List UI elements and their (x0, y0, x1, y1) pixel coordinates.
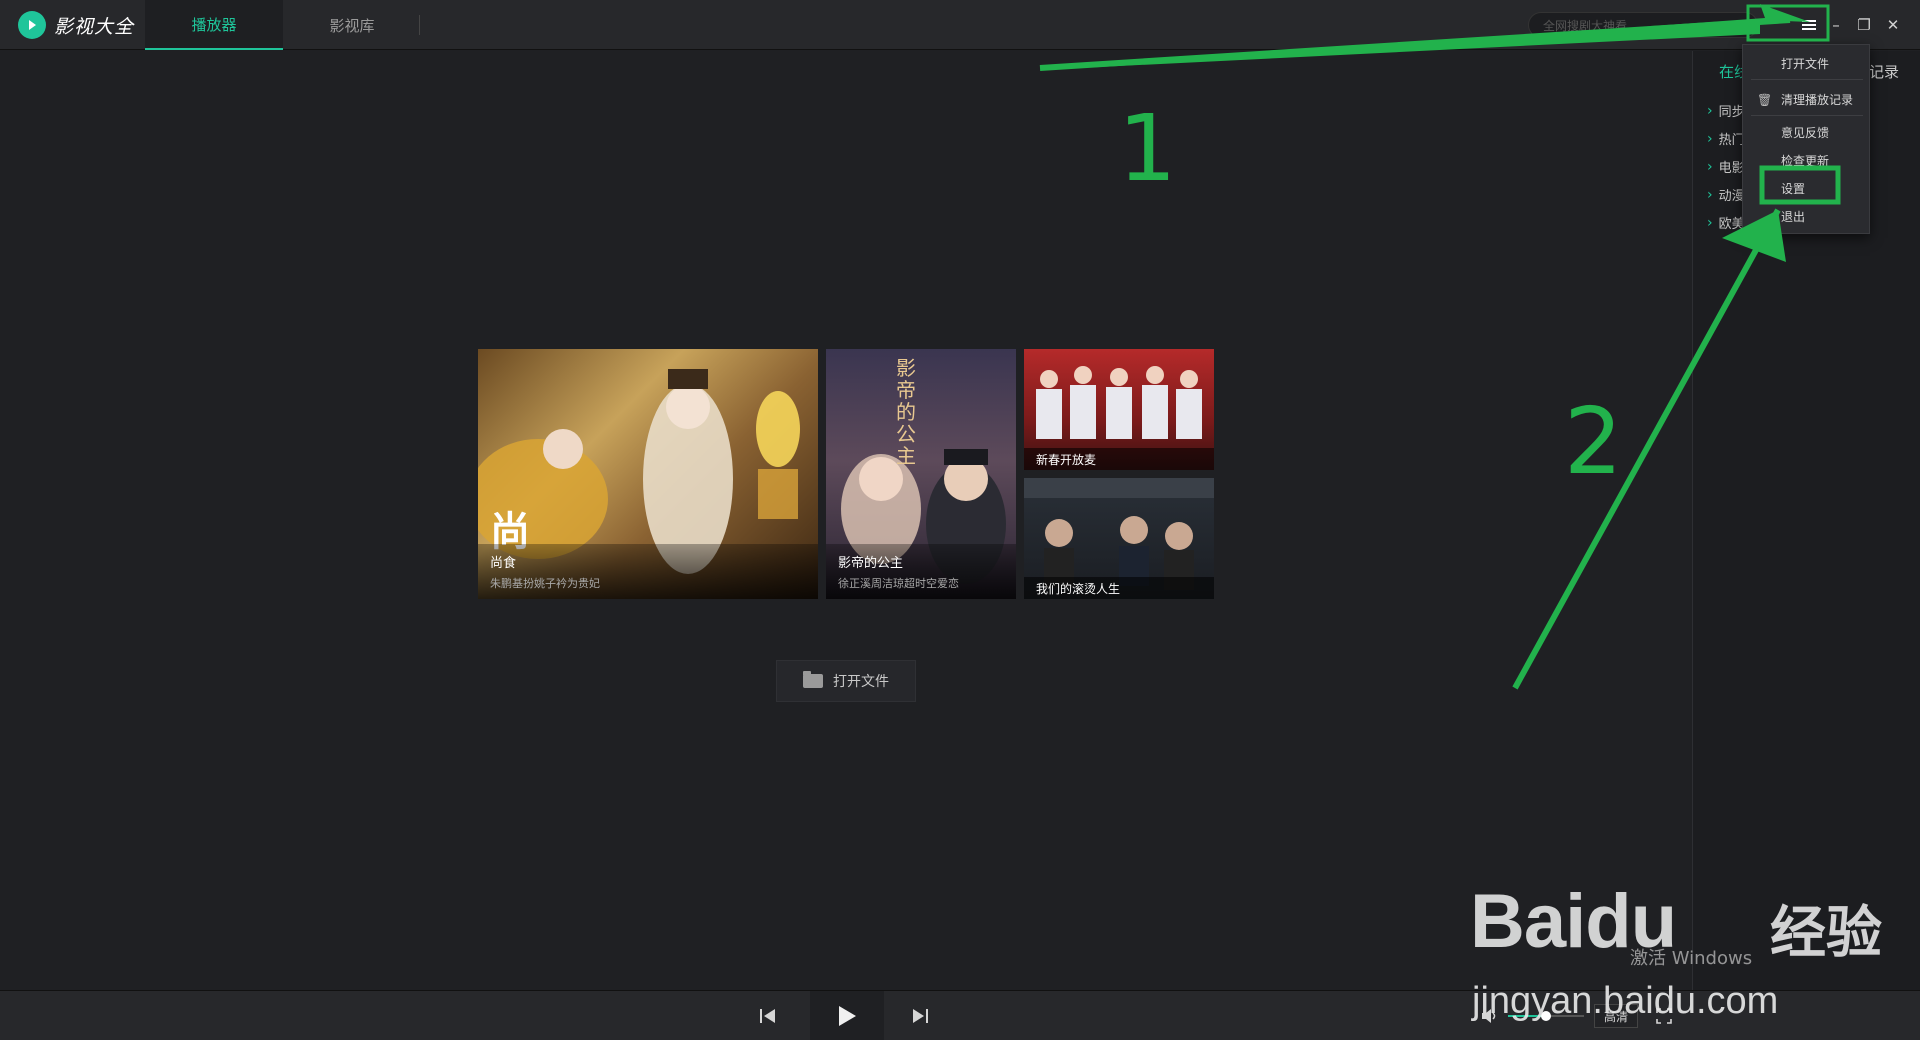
chevron-right-icon: › (1707, 130, 1713, 147)
app-title: 影视大全 (54, 15, 135, 38)
tab-library[interactable]: 影视库 (283, 0, 421, 50)
watermark-brand-cn: 经验 (1770, 901, 1882, 966)
menu-divider (1751, 115, 1863, 116)
category-item[interactable]: › 动漫 (1707, 185, 1745, 205)
main-menu-dropdown: 打开文件 🗑 清理播放记录 意见反馈 检查更新 设置 退出 (1742, 44, 1870, 234)
windows-activation-notice: 激活 Windows (1630, 948, 1753, 969)
poster-guntang[interactable]: 我们的滚烫人生 (1024, 478, 1214, 599)
open-file-button[interactable]: 打开文件 (776, 660, 916, 702)
previous-icon (760, 1009, 775, 1023)
poster-caption: 新春开放麦 (1024, 448, 1214, 470)
menu-icon (1802, 20, 1816, 30)
poster-xinchun[interactable]: 新春开放麦 (1024, 349, 1214, 470)
category-item[interactable]: › 同步 (1707, 101, 1745, 121)
chevron-right-icon: › (1707, 102, 1713, 119)
category-item[interactable]: › 热门 (1707, 129, 1745, 149)
play-button[interactable] (832, 1001, 862, 1031)
chevron-right-icon: › (1707, 186, 1713, 203)
title-bar: 影视大全 播放器 影视库 全网搜剧大神看 – ❐ ✕ (0, 0, 1920, 50)
trash-icon: 🗑 (1757, 93, 1773, 107)
annotation-step-1: 1 (1118, 95, 1177, 202)
search-input[interactable]: 全网搜剧大神看 (1528, 12, 1758, 38)
next-button[interactable] (908, 1004, 932, 1028)
logo-play-icon (18, 11, 46, 39)
menu-item-open-file[interactable]: 打开文件 (1743, 51, 1871, 75)
menu-item-feedback[interactable]: 意见反馈 (1743, 120, 1871, 144)
menu-item-clear-history[interactable]: 🗑 清理播放记录 (1743, 87, 1871, 111)
chevron-right-icon: › (1707, 214, 1713, 231)
menu-item-settings[interactable]: 设置 (1743, 176, 1871, 200)
annotation-step-2: 2 (1564, 388, 1623, 495)
baidu-jingyan-watermark: Baidu 经验 激活 Windows jingyan.baidu.com (1470, 830, 1920, 1040)
chevron-right-icon: › (1707, 158, 1713, 175)
poster-yingdi[interactable]: 影帝的公主 影帝的公主 徐正溪周洁琼超时空爱恋 (826, 349, 1016, 599)
category-item[interactable]: › 电影 (1707, 157, 1745, 177)
folder-icon (803, 671, 823, 688)
tab-history[interactable]: 记录 (1869, 61, 1899, 82)
poster-caption: 影帝的公主 徐正溪周洁琼超时空爱恋 (826, 544, 1016, 599)
watermark-url: jingyan.baidu.com (1472, 980, 1779, 1022)
poster-overlay-text: 影帝的公主 (896, 356, 916, 468)
play-icon (839, 1006, 856, 1026)
close-button[interactable]: ✕ (1881, 13, 1905, 37)
menu-divider (1751, 79, 1863, 80)
category-item[interactable]: › 欧美 (1707, 213, 1745, 233)
app-window: 影视大全 播放器 影视库 全网搜剧大神看 – ❐ ✕ 在线 记录 › 同步 › 热门… (0, 0, 1920, 1040)
restore-button[interactable]: ❐ (1852, 13, 1876, 37)
next-icon (913, 1009, 928, 1023)
tab-divider (419, 15, 420, 35)
poster-caption: 尚食 朱鹏基扮姚子衿为贵妃 (478, 544, 818, 599)
menu-item-exit[interactable]: 退出 (1743, 204, 1871, 228)
poster-caption: 我们的滚烫人生 (1024, 577, 1214, 599)
app-logo: 影视大全 (18, 11, 134, 39)
minimize-button[interactable]: – (1824, 13, 1848, 37)
previous-button[interactable] (756, 1004, 780, 1028)
menu-button[interactable] (1794, 10, 1824, 40)
tab-player[interactable]: 播放器 (145, 0, 283, 50)
menu-item-check-update[interactable]: 检查更新 (1743, 148, 1871, 172)
poster-shangshi[interactable]: 尚 尚食 朱鹏基扮姚子衿为贵妃 (478, 349, 818, 599)
